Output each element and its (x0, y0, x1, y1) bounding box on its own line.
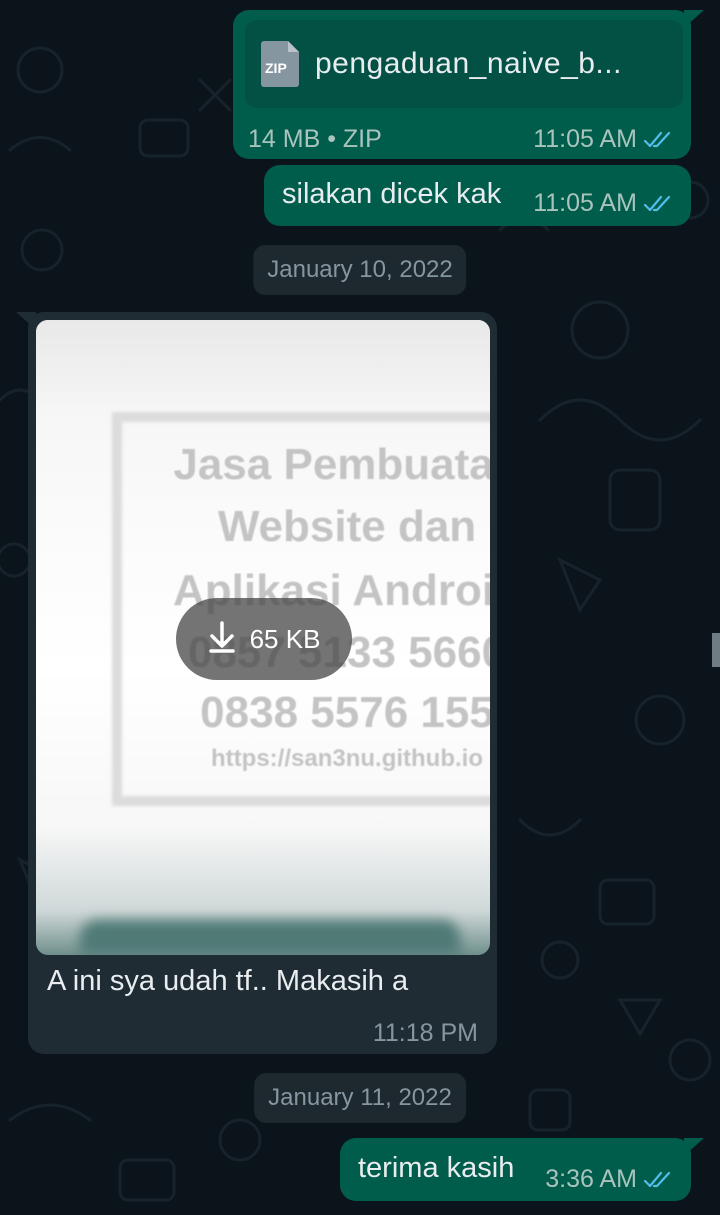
message-meta: 11:05 AM (533, 125, 673, 154)
double-check-read-icon (643, 131, 673, 149)
download-arrow-icon (208, 620, 236, 658)
scrollbar-thumb[interactable] (712, 633, 720, 667)
watermark-line: https://san3nu.github.io (211, 745, 483, 772)
message-time: 11:05 AM (533, 189, 637, 217)
file-name: pengaduan_naive_b... (315, 47, 622, 80)
image-caption: A ini sya udah tf.. Makasih a (47, 965, 409, 997)
file-type-label: ZIP (265, 60, 287, 76)
watermark-line: 0838 5576 155 (200, 688, 490, 737)
file-message-bubble[interactable]: ZIP pengaduan_naive_b... 14 MB • ZIP 11:… (233, 10, 691, 159)
download-size: 65 KB (249, 623, 321, 654)
zip-file-icon: ZIP (261, 41, 299, 87)
date-separator: January 10, 2022 (253, 245, 467, 295)
image-blur (80, 920, 460, 955)
message-meta: 11:05 AM (533, 189, 673, 218)
message-time: 11:05 AM (533, 125, 637, 153)
message-text: terima kasih (358, 1152, 515, 1184)
text-message-bubble[interactable]: silakan dicek kak 11:05 AM (264, 165, 691, 226)
file-attachment-card[interactable]: ZIP pengaduan_naive_b... (245, 20, 683, 108)
image-thumbnail[interactable]: Jasa Pembuatan Website dan Aplikasi Andr… (36, 320, 490, 955)
message-time: 11:18 PM (372, 1019, 478, 1047)
watermark-line: Jasa Pembuatan (173, 440, 490, 489)
download-button[interactable]: 65 KB (176, 598, 352, 680)
double-check-read-icon (643, 195, 673, 213)
double-check-read-icon (643, 1171, 673, 1189)
message-text: silakan dicek kak (282, 178, 502, 210)
watermark-line: Website dan (217, 502, 477, 551)
image-message-bubble[interactable]: Jasa Pembuatan Website dan Aplikasi Andr… (28, 312, 497, 1054)
text-message-bubble[interactable]: terima kasih 3:36 AM (340, 1138, 691, 1201)
message-meta: 11:18 PM (373, 1019, 478, 1048)
file-info: 14 MB • ZIP (248, 125, 382, 153)
image-blur (36, 320, 490, 410)
message-time: 3:36 AM (545, 1165, 637, 1193)
bubble-tail (684, 10, 704, 28)
date-separator: January 11, 2022 (254, 1073, 466, 1123)
message-meta: 3:36 AM (545, 1165, 673, 1194)
